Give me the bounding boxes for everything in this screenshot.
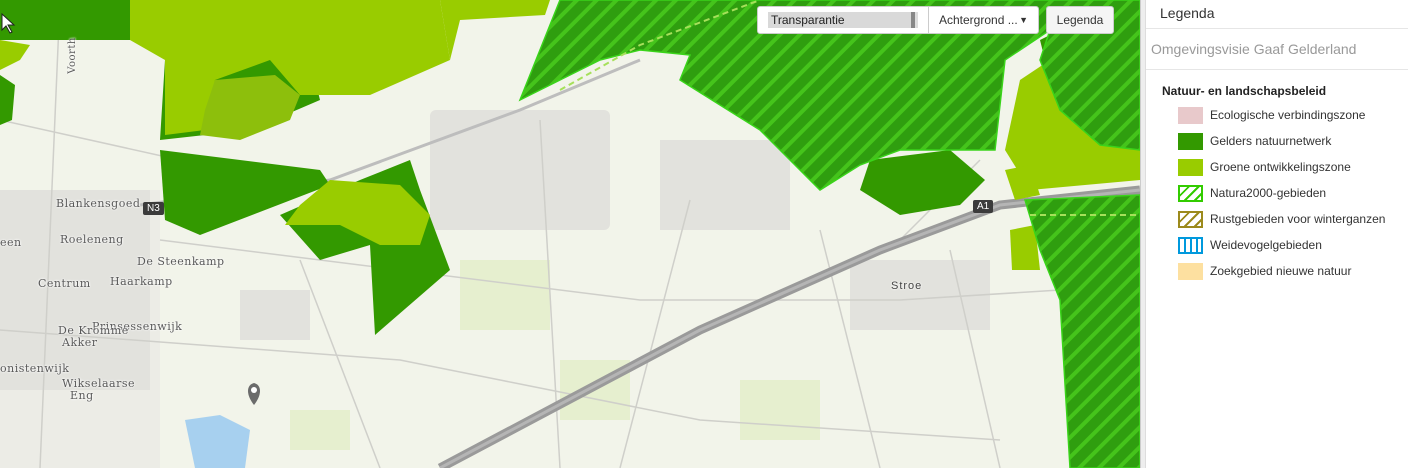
place-label: Eng bbox=[70, 389, 94, 402]
legend-label: Natura2000-gebieden bbox=[1210, 186, 1327, 200]
place-label-stroe: Stroe bbox=[891, 280, 923, 292]
legend-group-title: Natuur- en landschapsbeleid bbox=[1162, 84, 1327, 98]
legend-label: Groene ontwikkelingszone bbox=[1210, 160, 1351, 174]
legend-label: Weidevogelgebieden bbox=[1210, 238, 1322, 252]
transparency-label: Transparantie bbox=[771, 13, 845, 27]
place-label: onistenwijk bbox=[0, 362, 70, 375]
legend-swatch bbox=[1178, 236, 1203, 254]
legend-service-title[interactable]: Omgevingsvisie Gaaf Gelderland bbox=[1146, 29, 1408, 70]
legend-swatch bbox=[1178, 262, 1203, 280]
chevron-down-icon: ▼ bbox=[1019, 15, 1028, 25]
legend-item: Zoekgebied nieuwe natuur bbox=[1178, 262, 1351, 280]
legend-header: Legenda bbox=[1146, 0, 1408, 29]
legend-panel: Legenda Omgevingsvisie Gaaf Gelderland N… bbox=[1145, 0, 1408, 468]
place-label: Centrum bbox=[38, 277, 91, 290]
legend-label: Gelders natuurnetwerk bbox=[1210, 134, 1332, 148]
legend-swatch bbox=[1178, 158, 1203, 176]
background-label: Achtergrond ... bbox=[939, 13, 1018, 27]
road-shield-n3: N3 bbox=[143, 202, 164, 215]
place-label: Haarkamp bbox=[110, 275, 173, 288]
transparency-handle[interactable] bbox=[911, 12, 916, 28]
transparency-track[interactable]: Transparantie bbox=[768, 12, 918, 28]
legend-item: Gelders natuurnetwerk bbox=[1178, 132, 1331, 150]
legend-label: Zoekgebied nieuwe natuur bbox=[1210, 264, 1352, 278]
place-label: Akker bbox=[62, 336, 98, 349]
legend-item: Natura2000-gebieden bbox=[1178, 184, 1326, 202]
map-toolbar: Transparantie Achtergrond ... ▼ Legenda bbox=[757, 6, 1114, 34]
legend-label: Rustgebieden voor winterganzen bbox=[1210, 212, 1386, 226]
legend-label: Ecologische verbindingszone bbox=[1210, 108, 1366, 122]
place-label: Roeleneng bbox=[60, 233, 124, 246]
place-label: Blankensgoed bbox=[56, 197, 141, 210]
map-canvas[interactable] bbox=[0, 0, 1140, 468]
transparency-slider[interactable]: Transparantie bbox=[757, 6, 929, 34]
map-view[interactable]: Blankensgoed Roeleneng De Steenkamp Cent… bbox=[0, 0, 1140, 468]
background-dropdown[interactable]: Achtergrond ... ▼ bbox=[929, 6, 1039, 34]
legend-button[interactable]: Legenda bbox=[1046, 6, 1114, 34]
legend-item: Groene ontwikkelingszone bbox=[1178, 158, 1351, 176]
legend-item: Ecologische verbindingszone bbox=[1178, 106, 1365, 124]
street-label: Voorth bbox=[66, 37, 78, 74]
legend-swatch bbox=[1178, 106, 1203, 124]
legend-item: Rustgebieden voor winterganzen bbox=[1178, 210, 1385, 228]
legend-swatch bbox=[1178, 210, 1203, 228]
legend-swatch bbox=[1178, 184, 1203, 202]
legend-swatch bbox=[1178, 132, 1203, 150]
road-shield-a1: A1 bbox=[973, 200, 994, 213]
place-label: De Steenkamp bbox=[137, 255, 225, 268]
legend-item: Weidevogelgebieden bbox=[1178, 236, 1322, 254]
place-label: een bbox=[0, 236, 22, 249]
